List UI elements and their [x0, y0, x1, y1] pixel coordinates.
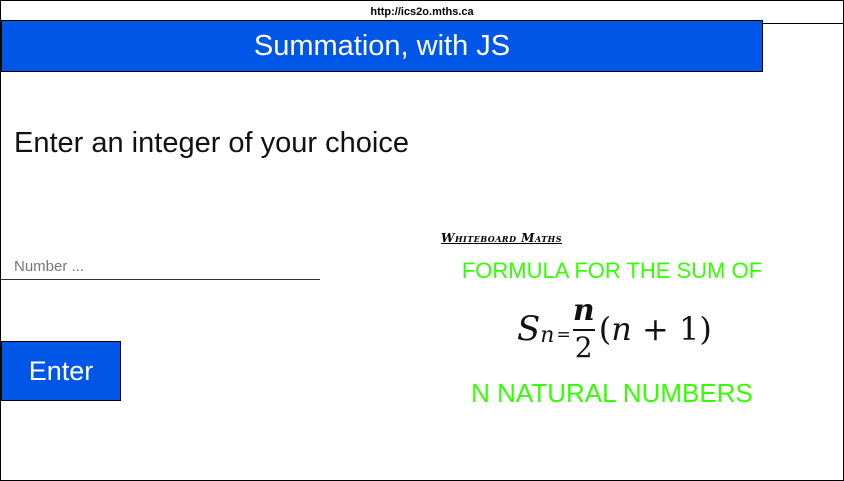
formula-s: S — [517, 308, 541, 349]
formula-rest-tail: + 1) — [631, 309, 712, 348]
summation-formula: S n = n 2 (n + 1) — [517, 286, 712, 371]
formula-rest-var: n — [611, 309, 632, 348]
enter-button[interactable]: Enter — [1, 341, 121, 401]
fraction-denominator: 2 — [574, 330, 593, 364]
whiteboard-maths-logo: Whiteboard Maths — [441, 231, 563, 245]
fraction-numerator: n — [572, 292, 595, 328]
formula-open-paren: ( — [598, 309, 612, 348]
number-input[interactable] — [1, 253, 320, 280]
formula-caption-bottom: N NATURAL NUMBERS — [471, 378, 753, 408]
prompt-text: Enter an integer of your choice — [14, 127, 409, 159]
formula-fraction: n 2 — [572, 292, 595, 365]
formula-equals: = — [556, 324, 571, 345]
formula-caption-top: FORMULA FOR THE SUM OF — [461, 258, 763, 283]
formula-subscript: n — [540, 323, 555, 348]
formula-rest: (n + 1) — [599, 310, 712, 348]
page-header: Summation, with JS — [1, 20, 763, 72]
page-frame: http://ics2o.mths.ca Summation, with JS … — [0, 0, 844, 481]
